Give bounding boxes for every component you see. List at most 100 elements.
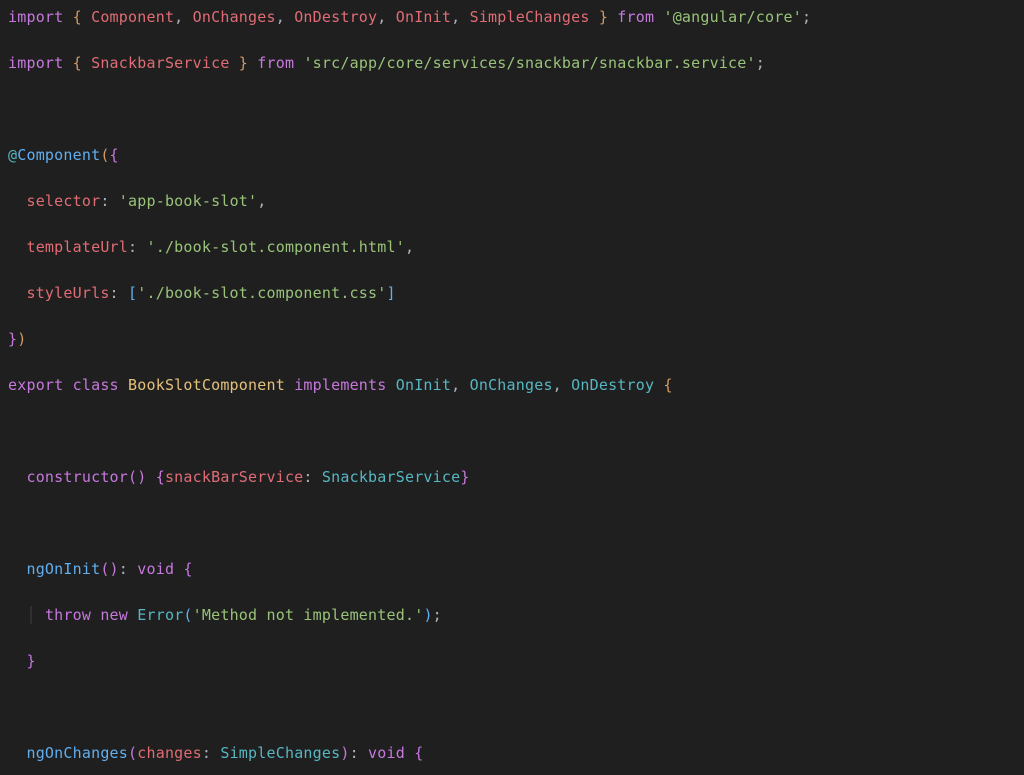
code-token: OnChanges (193, 8, 276, 26)
code-line[interactable] (8, 512, 1016, 535)
code-token: Component (17, 146, 100, 164)
code-token: { (183, 560, 192, 578)
code-token (63, 8, 72, 26)
code-token (460, 8, 469, 26)
code-token: ] (386, 284, 395, 302)
code-token: , (553, 376, 562, 394)
code-token: ( (100, 146, 109, 164)
code-token: │ (26, 606, 35, 624)
code-token: OnInit (396, 376, 451, 394)
code-token: void (137, 560, 174, 578)
code-token: styleUrls (26, 284, 109, 302)
code-token (63, 54, 72, 72)
code-token (359, 744, 368, 762)
code-token (8, 468, 26, 486)
code-token (313, 468, 322, 486)
code-token (8, 560, 26, 578)
code-editor[interactable]: import { Component, OnChanges, OnDestroy… (0, 0, 1024, 775)
code-token: } (239, 54, 248, 72)
code-token (8, 238, 26, 256)
code-token: import (8, 54, 63, 72)
code-token: : (100, 192, 109, 210)
code-line[interactable] (8, 696, 1016, 719)
code-token (128, 606, 137, 624)
code-token: 'app-book-slot' (119, 192, 257, 210)
code-token: Error (137, 606, 183, 624)
code-line[interactable]: import { Component, OnChanges, OnDestroy… (8, 6, 1016, 29)
code-token: void (368, 744, 405, 762)
code-token (590, 8, 599, 26)
code-token: './book-slot.component.css' (137, 284, 386, 302)
code-token: , (405, 238, 414, 256)
code-line[interactable] (8, 98, 1016, 121)
code-token: from (257, 54, 294, 72)
code-line[interactable]: ngOnChanges(changes: SimpleChanges): voi… (8, 742, 1016, 765)
code-token: Component (91, 8, 174, 26)
code-token: { (663, 376, 672, 394)
code-line[interactable]: export class BookSlotComponent implement… (8, 374, 1016, 397)
code-token (230, 54, 239, 72)
code-token: BookSlotComponent (128, 376, 285, 394)
code-token: [ (128, 284, 137, 302)
code-token (82, 54, 91, 72)
code-token: ngOnInit (26, 560, 100, 578)
code-token (128, 560, 137, 578)
code-token: implements (294, 376, 386, 394)
code-token (91, 606, 100, 624)
code-token (36, 606, 45, 624)
code-token (146, 468, 155, 486)
code-token: , (451, 8, 460, 26)
code-token (119, 284, 128, 302)
code-token: snackBarService (165, 468, 303, 486)
code-token (211, 744, 220, 762)
code-token: 'src/app/core/services/snackbar/snackbar… (303, 54, 755, 72)
code-token (8, 606, 26, 624)
code-line[interactable]: import { SnackbarService } from 'src/app… (8, 52, 1016, 75)
code-token: ; (756, 54, 765, 72)
code-token: 'Method not implemented.' (193, 606, 424, 624)
code-token: export (8, 376, 63, 394)
code-token: SnackbarService (91, 54, 229, 72)
code-token: SimpleChanges (470, 8, 590, 26)
code-token: OnDestroy (294, 8, 377, 26)
code-line[interactable]: ngOnInit(): void { (8, 558, 1016, 581)
code-token: () (128, 468, 146, 486)
code-line[interactable] (8, 420, 1016, 443)
code-token: : (202, 744, 211, 762)
code-token: ) (340, 744, 349, 762)
code-line[interactable]: templateUrl: './book-slot.component.html… (8, 236, 1016, 259)
code-token (8, 652, 26, 670)
code-token: SnackbarService (322, 468, 460, 486)
code-line[interactable]: } (8, 650, 1016, 673)
code-token (285, 376, 294, 394)
code-line[interactable]: │ throw new Error('Method not implemente… (8, 604, 1016, 627)
code-token: ) (423, 606, 432, 624)
code-token: { (110, 146, 119, 164)
code-token: from (617, 8, 654, 26)
code-token: OnInit (396, 8, 451, 26)
code-token (387, 376, 396, 394)
code-token: ( (128, 744, 137, 762)
code-token: changes (137, 744, 202, 762)
code-token: new (100, 606, 128, 624)
code-token: ; (433, 606, 442, 624)
code-line[interactable]: constructor() {snackBarService: Snackbar… (8, 466, 1016, 489)
code-token: '@angular/core' (663, 8, 801, 26)
code-token (248, 54, 257, 72)
code-line[interactable]: styleUrls: ['./book-slot.component.css'] (8, 282, 1016, 305)
code-token: { (73, 54, 82, 72)
code-token (63, 376, 72, 394)
code-token (562, 376, 571, 394)
code-token (8, 192, 26, 210)
code-token: constructor (26, 468, 128, 486)
code-token: ) (17, 330, 26, 348)
code-token: class (73, 376, 119, 394)
code-token: : (119, 560, 128, 578)
code-token (387, 8, 396, 26)
code-token: , (377, 8, 386, 26)
code-line[interactable]: selector: 'app-book-slot', (8, 190, 1016, 213)
code-line[interactable]: @Component({ (8, 144, 1016, 167)
code-line[interactable]: }) (8, 328, 1016, 351)
code-token (8, 744, 26, 762)
code-token (8, 284, 26, 302)
